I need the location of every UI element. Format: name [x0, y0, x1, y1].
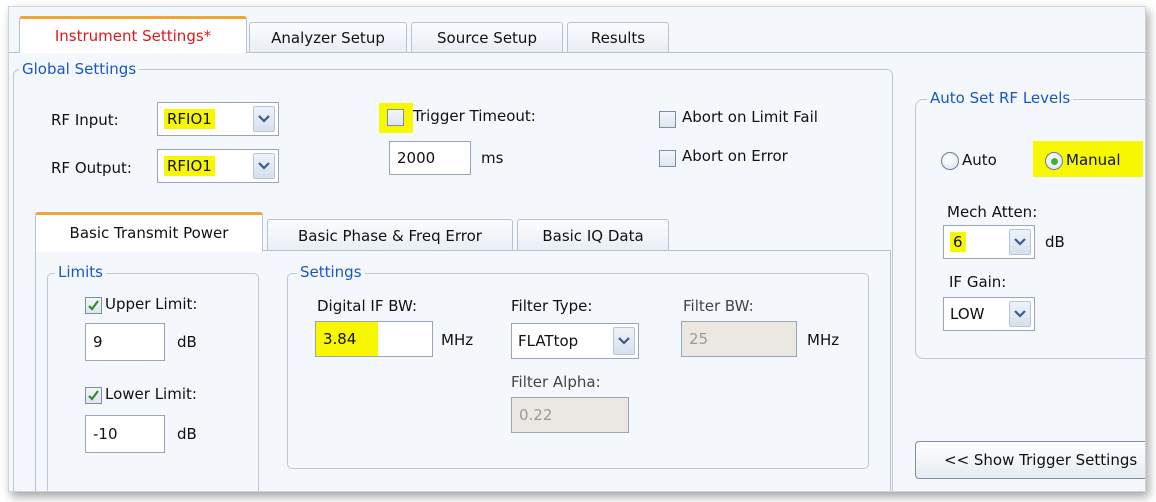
tab-basic-iq-data[interactable]: Basic IQ Data — [517, 219, 669, 251]
abort-on-error-checkbox[interactable] — [659, 150, 676, 167]
rf-input-label: RF Input: — [51, 111, 119, 129]
radio-dot-icon — [1051, 158, 1058, 165]
abort-on-limit-fail-label: Abort on Limit Fail — [682, 108, 818, 126]
lower-limit-unit: dB — [177, 425, 197, 443]
filter-bw-input[interactable]: 25 — [681, 321, 797, 357]
if-gain-value: LOW — [950, 305, 985, 323]
chevron-down-icon — [1009, 229, 1031, 255]
chevron-down-icon — [253, 106, 275, 132]
tab-basic-phase-freq-error[interactable]: Basic Phase & Freq Error — [267, 219, 513, 251]
filter-type-label: Filter Type: — [511, 297, 593, 315]
auto-radio[interactable] — [941, 152, 959, 170]
filter-type-select[interactable]: FLATtop — [511, 323, 639, 359]
trigger-timeout-input[interactable]: 2000 — [389, 141, 471, 175]
filter-bw-value: 25 — [689, 330, 709, 348]
mech-atten-label: Mech Atten: — [947, 203, 1038, 221]
digital-if-bw-input[interactable]: 3.84 — [315, 321, 433, 357]
lower-limit-value: -10 — [93, 425, 118, 443]
chevron-down-icon — [613, 327, 635, 355]
digital-if-bw-unit: MHz — [441, 331, 474, 349]
mech-atten-select[interactable]: 6 — [943, 225, 1035, 259]
digital-if-bw-value: 3.84 — [323, 330, 357, 348]
filter-alpha-label: Filter Alpha: — [511, 373, 601, 391]
filter-type-value: FLATtop — [518, 332, 579, 350]
rf-input-value: RFIO1 — [164, 109, 215, 129]
tab-instrument-settings[interactable]: Instrument Settings* — [19, 16, 247, 53]
manual-radio[interactable] — [1045, 152, 1063, 170]
checkmark-icon — [88, 300, 99, 311]
auto-radio-label: Auto — [962, 151, 997, 169]
upper-limit-value: 9 — [93, 333, 103, 351]
trigger-timeout-label: Trigger Timeout: — [413, 107, 536, 125]
rf-output-select[interactable]: RFIO1 — [157, 149, 279, 183]
trigger-timeout-checkbox[interactable] — [387, 109, 404, 126]
show-trigger-settings-label: << Show Trigger Settings — [944, 451, 1138, 469]
lower-limit-checkbox[interactable] — [85, 387, 102, 404]
digital-if-bw-label: Digital IF BW: — [317, 297, 417, 315]
abort-on-limit-fail-checkbox[interactable] — [659, 111, 676, 128]
rf-output-value: RFIO1 — [164, 156, 215, 176]
upper-limit-input[interactable]: 9 — [85, 323, 165, 361]
instrument-settings-window: Instrument Settings* Analyzer Setup Sour… — [8, 6, 1146, 492]
mech-atten-unit: dB — [1045, 233, 1065, 251]
chevron-down-icon — [1009, 301, 1031, 327]
lower-limit-label: Lower Limit: — [105, 385, 197, 403]
show-trigger-settings-button[interactable]: << Show Trigger Settings — [915, 441, 1145, 479]
limits-legend: Limits — [55, 263, 106, 281]
trigger-timeout-value: 2000 — [397, 149, 436, 167]
filter-alpha-input[interactable]: 0.22 — [511, 397, 629, 433]
tab-basic-transmit-power[interactable]: Basic Transmit Power — [35, 212, 263, 252]
mech-atten-value: 6 — [950, 232, 966, 252]
tab-analyzer-setup[interactable]: Analyzer Setup — [249, 22, 407, 52]
filter-bw-unit: MHz — [807, 331, 840, 349]
upper-limit-label: Upper Limit: — [105, 295, 198, 313]
if-gain-label: IF Gain: — [949, 273, 1007, 291]
if-gain-select[interactable]: LOW — [943, 297, 1035, 331]
manual-radio-label: Manual — [1066, 151, 1121, 169]
global-settings-legend: Global Settings — [19, 60, 140, 78]
settings-legend: Settings — [297, 263, 365, 281]
chevron-down-icon — [253, 153, 275, 179]
lower-limit-input[interactable]: -10 — [85, 415, 165, 453]
tab-source-setup[interactable]: Source Setup — [411, 22, 563, 52]
filter-bw-label: Filter BW: — [683, 297, 754, 315]
checkmark-icon — [88, 390, 99, 401]
rf-output-label: RF Output: — [51, 159, 132, 177]
rf-input-select[interactable]: RFIO1 — [157, 102, 279, 136]
tab-results[interactable]: Results — [567, 22, 669, 52]
upper-limit-unit: dB — [177, 333, 197, 351]
trigger-timeout-unit: ms — [481, 149, 504, 167]
upper-limit-checkbox[interactable] — [85, 297, 102, 314]
abort-on-error-label: Abort on Error — [682, 147, 788, 165]
filter-alpha-value: 0.22 — [519, 406, 553, 424]
auto-set-rf-levels-legend: Auto Set RF Levels — [927, 89, 1074, 107]
